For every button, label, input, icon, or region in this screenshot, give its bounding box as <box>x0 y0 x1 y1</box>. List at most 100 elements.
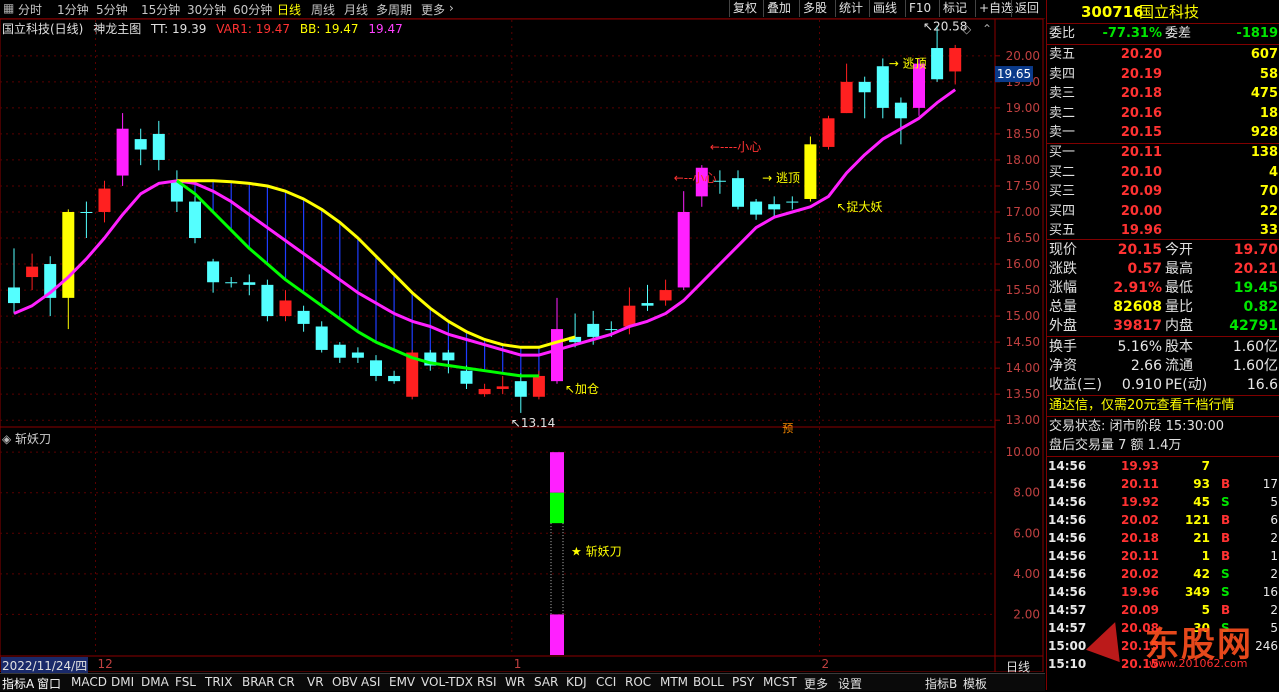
indicator-tab-22[interactable]: PSY <box>732 675 754 689</box>
indicator-tab-25[interactable]: 设置 <box>838 675 862 692</box>
y-tick-label: 14.50 <box>1006 335 1040 349</box>
y-tick-label: 15.50 <box>1006 283 1040 297</box>
tick-row: 14:56 19.92 45 S 5 <box>1048 495 1278 509</box>
candle-body <box>442 352 455 361</box>
indicator-tab-13[interactable]: VOL-TDX <box>421 675 473 689</box>
indicator-tab-5[interactable]: FSL <box>175 675 196 689</box>
indicator-tab-12[interactable]: EMV <box>389 675 415 689</box>
indicator-tab-6[interactable]: TRIX <box>205 675 232 689</box>
promo-link[interactable]: 通达信，仅需20元查看千档行情 <box>1047 397 1279 415</box>
indicator-tab-0[interactable]: 指标A <box>2 675 34 692</box>
y-tick-label: 20.00 <box>1006 49 1040 63</box>
indicator-b-tab[interactable]: 指标B <box>925 675 957 692</box>
candle-body <box>225 282 238 284</box>
ask-row: 卖四 20.19 58 <box>1049 66 1278 82</box>
indicator-tab-23[interactable]: MCST <box>763 675 797 689</box>
indicator-tab-16[interactable]: SAR <box>534 675 558 689</box>
y-tick-label: 15.00 <box>1006 309 1040 323</box>
bid-row: 买二 20.10 4 <box>1049 164 1278 180</box>
chart-annotation: ←--小心 <box>674 171 717 185</box>
bid-row: 买四 20.00 22 <box>1049 203 1278 219</box>
indicator-tab-8[interactable]: CR <box>278 675 295 689</box>
stock-code: 300716 <box>1081 3 1144 21</box>
candle-body <box>750 201 763 215</box>
indicator-tab-9[interactable]: VR <box>307 675 324 689</box>
stat-value: 19.70 <box>1233 242 1278 258</box>
indicator-tab-19[interactable]: ROC <box>625 675 651 689</box>
indicator-tab-4[interactable]: DMA <box>141 675 169 689</box>
indicator-tab-3[interactable]: DMI <box>111 675 134 689</box>
indicator-tab-15[interactable]: WR <box>505 675 525 689</box>
sub-bar <box>550 614 564 655</box>
period-label[interactable]: 日线 <box>1006 658 1030 675</box>
ask-price: 20.19 <box>1120 66 1162 82</box>
template-tab[interactable]: 模板 <box>963 675 987 692</box>
tick-row: 14:56 20.11 93 B 17 <box>1048 477 1278 491</box>
candle-body <box>659 290 672 301</box>
indicator-tab-1[interactable]: 窗口 <box>37 675 61 692</box>
fundamental-row: 净资 2.66 流通 1.60亿 <box>1049 358 1278 374</box>
candle-body <box>26 266 39 278</box>
indicator-tab-10[interactable]: OBV <box>332 675 358 689</box>
indicator-tab-17[interactable]: KDJ <box>566 675 587 689</box>
bid-price: 20.00 <box>1120 203 1162 219</box>
bid-row: 买一 20.11 138 <box>1049 145 1278 160</box>
candle-body <box>351 352 364 358</box>
chart-canvas[interactable]: 13.0013.5014.0014.5015.0015.5016.0016.50… <box>0 0 1045 672</box>
candle-body <box>876 66 889 108</box>
fundamental-value: 0.910 <box>1121 377 1162 393</box>
ask-volume: 475 <box>1250 86 1278 101</box>
candle-body <box>894 102 907 119</box>
candle-body <box>279 300 292 317</box>
candle-body <box>388 375 401 382</box>
watermark-arrow-icon <box>1085 615 1133 663</box>
candle-body <box>134 139 147 150</box>
diamond-icon: ◇ <box>962 22 972 36</box>
fundamental-row: 换手 5.16% 股本 1.60亿 <box>1049 339 1278 355</box>
stat-value: 20.15 <box>1117 242 1162 258</box>
bid-price: 20.09 <box>1120 184 1162 199</box>
stat-value: 0.82 <box>1243 299 1278 315</box>
indicator-tab-7[interactable]: BRAR <box>242 675 275 689</box>
chart-annotation: ↖捉大妖 <box>837 199 883 214</box>
after-hours-volume: 盘后交易量 7 额 1.4万 <box>1049 438 1182 453</box>
candle-body <box>370 360 382 376</box>
ask-row: 卖二 20.16 18 <box>1049 105 1278 121</box>
indicator-tab-14[interactable]: RSI <box>477 675 497 689</box>
indicator-tab-24[interactable]: 更多 <box>804 675 828 692</box>
tick-row: 14:56 19.93 7 <box>1048 459 1210 473</box>
candle-body <box>532 375 545 397</box>
stat-row: 涨跌 0.57 最高 20.21 <box>1049 261 1278 277</box>
sub-y-tick-label: 10.00 <box>1006 445 1040 459</box>
magenta-trend-line <box>13 88 957 357</box>
ask-volume: 18 <box>1259 105 1278 121</box>
indicator-tab-20[interactable]: MTM <box>660 675 688 689</box>
tick-row: 14:56 20.11 1 B 1 <box>1048 549 1278 563</box>
low-price-label: ↖13.14 <box>511 416 555 430</box>
chart-annotation: ←----小心 <box>710 140 761 154</box>
sub-y-tick-label: 4.00 <box>1013 567 1040 581</box>
bid-price: 20.11 <box>1120 145 1162 160</box>
bid-row: 买三 20.09 70 <box>1049 184 1278 199</box>
indicator-tab-21[interactable]: BOLL <box>693 675 724 689</box>
high-price-label: ↖20.58 <box>923 20 967 34</box>
chart-annotation: → 逃顶 <box>889 57 927 71</box>
indicator-tab-11[interactable]: ASI <box>361 675 380 689</box>
indicator-tab-18[interactable]: CCI <box>596 675 616 689</box>
weibi-value: -77.31% <box>1102 26 1162 41</box>
indicator-tab-2[interactable]: MACD <box>71 675 107 689</box>
candle-body <box>804 144 817 199</box>
date-label: 2 <box>821 657 830 671</box>
stat-value: 19.45 <box>1233 280 1278 296</box>
y-tick-label: 14.00 <box>1006 361 1040 375</box>
sub-y-tick-label: 2.00 <box>1013 607 1040 621</box>
candle-body <box>551 329 563 382</box>
chart-annotation: ↖加仓 <box>565 382 599 396</box>
bid-volume: 4 <box>1268 164 1278 180</box>
candle-body <box>840 81 853 114</box>
candle-body <box>931 48 944 80</box>
tick-row: 14:56 20.02 121 B 6 <box>1048 513 1278 527</box>
ask-price: 20.16 <box>1120 105 1162 121</box>
watermark-logo: 东股网 www.201062.com <box>1085 615 1277 670</box>
weicha-value: -1819 <box>1236 26 1278 41</box>
